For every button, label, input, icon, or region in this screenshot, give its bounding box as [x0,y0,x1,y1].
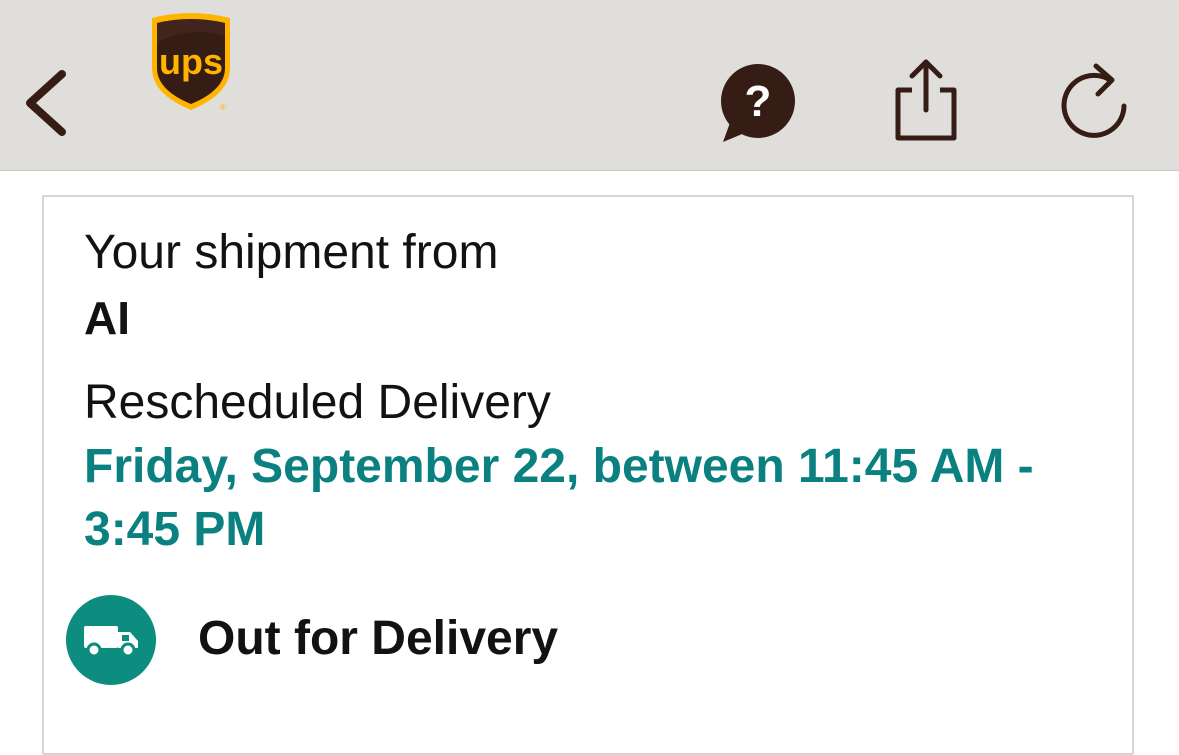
shipment-from-label: Your shipment from [84,226,499,279]
help-bubble-icon[interactable]: ? [717,64,797,144]
sender-name: AI [84,292,130,344]
svg-text:ups: ups [159,41,223,82]
svg-text:®: ® [220,103,226,112]
delivery-label: Rescheduled Delivery [84,376,551,429]
delivery-status: Out for Delivery [198,612,559,665]
shipment-card[interactable]: Your shipment from AI Rescheduled Delive… [42,195,1134,755]
delivery-truck-icon [66,595,156,685]
delivery-window: Friday, September 22, between 11:45 AM -… [84,440,1034,556]
navigation-bar: ups ® ? [0,0,1179,171]
status-row: Out for Delivery [66,595,766,687]
share-icon[interactable] [890,58,962,142]
ups-logo: ups ® [152,13,230,112]
chevron-left-icon[interactable] [22,68,72,138]
svg-text:?: ? [745,77,772,126]
refresh-icon[interactable] [1058,60,1130,138]
